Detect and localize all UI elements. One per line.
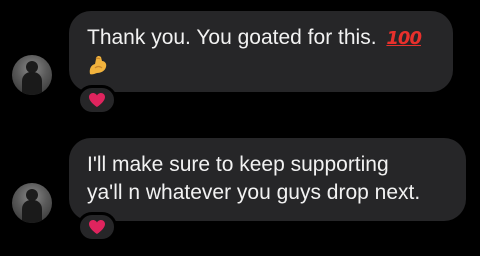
heart-reaction[interactable]	[77, 85, 117, 115]
heart-reaction[interactable]	[77, 212, 117, 242]
message-text-line: I'll make sure to keep supporting	[87, 153, 389, 176]
heart-icon	[89, 93, 105, 107]
heart-icon	[89, 220, 105, 234]
message-bubble[interactable]: I'll make sure to keep supporting ya'll …	[69, 138, 466, 221]
sender-avatar[interactable]	[12, 55, 52, 95]
hundred-points-emoji-icon: 100	[386, 28, 422, 49]
message-text: Thank you. You goated for this.	[87, 26, 377, 49]
message-text-line: Thank you. You goated for this. 100	[87, 24, 435, 53]
sender-avatar[interactable]	[12, 183, 52, 223]
flexed-biceps-emoji-icon	[87, 53, 109, 81]
message-bubble[interactable]: Thank you. You goated for this. 100	[69, 11, 453, 92]
message-text-line	[87, 53, 435, 81]
message-text-line: ya'll n whatever you guys drop next.	[87, 181, 421, 204]
